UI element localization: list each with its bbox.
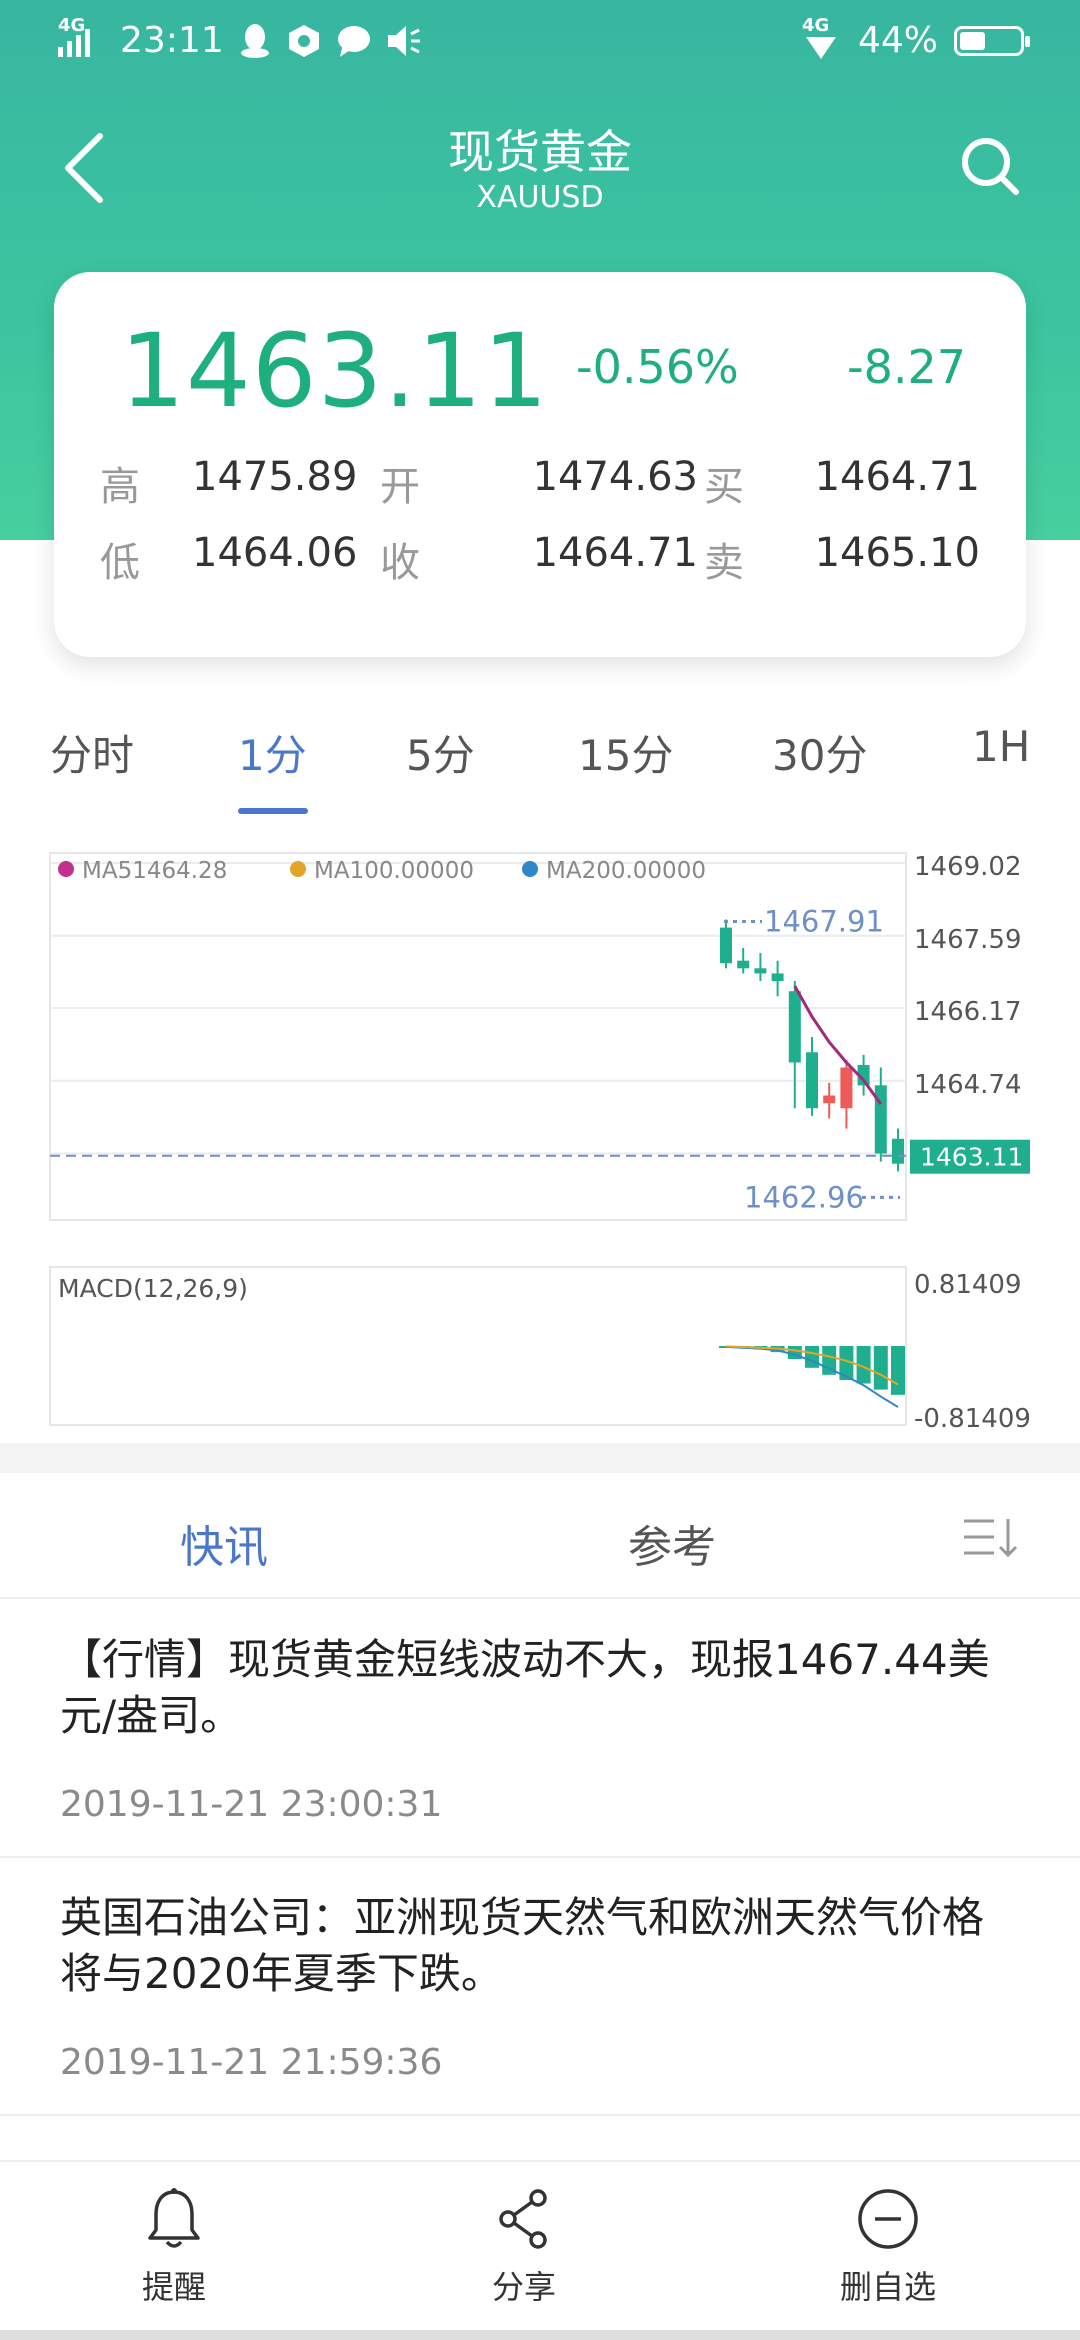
sell-value: 1465.10: [814, 530, 980, 576]
list-item[interactable]: 英国石油公司：亚洲现货天然气和欧洲天然气价格将与2020年夏季下跌。 2019-…: [0, 1858, 1080, 2116]
legend-label: MA100.00000: [314, 858, 474, 884]
battery-percent: 44%: [857, 20, 938, 61]
low-value: 1464.06: [192, 530, 358, 576]
stat-row-1: 高 1475.89 开 1474.63 买 1464.71: [54, 454, 1026, 514]
change-amount: -8.27: [846, 340, 966, 394]
cellular-signal-icon-2: 4G: [802, 15, 842, 61]
buy-value: 1464.71: [814, 454, 980, 500]
page-subtitle: XAUUSD: [476, 180, 604, 215]
news-time: 2019-11-21 23:00:31: [60, 1784, 443, 1825]
open-value: 1474.63: [532, 454, 698, 500]
current-price-tag-label: 1463.11: [920, 1143, 1023, 1172]
buy-label: 买: [704, 464, 744, 510]
nav-bar: 现货黄金 XAUUSD: [0, 100, 1080, 230]
candle-body: [874, 1085, 887, 1154]
news-text: 英国石油公司：亚洲现货天然气和欧洲天然气价格将与2020年夏季下跌。: [60, 1893, 985, 1998]
tab-timeshare[interactable]: 分时: [50, 722, 134, 783]
sell-label: 卖: [704, 540, 744, 586]
tab-flash-news[interactable]: 快讯: [180, 1511, 268, 1575]
legend-dot: [522, 861, 538, 877]
stat-row-2: 低 1464.06 收 1464.71 卖 1465.10: [54, 530, 1026, 590]
tab-30min[interactable]: 30分: [772, 722, 867, 783]
news-list: 【行情】现货黄金短线波动不大，现报1467.44美元/盎司。 2019-11-2…: [0, 1600, 1080, 2116]
candle-body: [737, 960, 750, 969]
tab-1min[interactable]: 1分: [238, 722, 307, 783]
candle-body: [806, 1052, 818, 1109]
status-time: 23:11: [120, 20, 224, 61]
kline-y-tick: 1464.74: [914, 1070, 1022, 1100]
remove-watchlist-button[interactable]: 删自选: [778, 2186, 998, 2308]
battery-icon: [954, 25, 1030, 56]
macd-label: MACD(12,26,9): [58, 1274, 248, 1303]
high-value: 1475.89: [192, 454, 358, 500]
tab-5min[interactable]: 5分: [406, 722, 475, 783]
low-marker-label: 1462.96: [744, 1180, 864, 1214]
candle-body: [840, 1067, 853, 1109]
close-value: 1464.71: [532, 530, 698, 576]
sort-filter-icon[interactable]: [960, 1513, 1024, 1563]
candle-body: [788, 991, 801, 1063]
gesture-bar: [0, 2330, 1080, 2340]
tab-15min[interactable]: 15分: [578, 722, 673, 783]
legend-dot: [58, 861, 74, 877]
low-label: 低: [100, 540, 140, 586]
change-percent: -0.56%: [576, 340, 739, 394]
network-type-label-2: 4G: [801, 14, 830, 36]
section-divider: [0, 1443, 1080, 1473]
candle-body: [892, 1138, 904, 1164]
high-label: 高: [100, 464, 140, 510]
kline-y-tick: 1467.59: [914, 925, 1022, 955]
kline-y-tick: 1466.17: [914, 997, 1022, 1027]
cellular-signal-icon: 4G: [58, 15, 106, 61]
list-item[interactable]: 【行情】现货黄金短线波动不大，现报1467.44美元/盎司。 2019-11-2…: [0, 1600, 1080, 1858]
candle-body: [754, 968, 767, 974]
news-tabs: 快讯 参考: [0, 1473, 1080, 1599]
macd-bar: [805, 1346, 819, 1368]
kline-chart[interactable]: 1469.021467.591466.171464.741463.31MA514…: [0, 845, 1080, 1445]
qq-icon: [240, 23, 269, 58]
close-label: 收: [380, 540, 420, 586]
minus-circle-icon: [858, 2189, 918, 2249]
candle-body: [720, 927, 732, 964]
speaker-muted-icon: [387, 25, 420, 56]
kline-y-tick: 1469.02: [914, 852, 1022, 882]
remind-button[interactable]: 提醒: [64, 2186, 284, 2308]
macd-bar: [891, 1346, 905, 1395]
search-icon[interactable]: [958, 134, 1022, 198]
active-tab-indicator: [238, 808, 308, 814]
candle-body: [771, 973, 784, 982]
share-button[interactable]: 分享: [414, 2186, 634, 2308]
share-label: 分享: [491, 2268, 556, 2306]
chart-area[interactable]: 1469.021467.591466.171464.741463.31MA514…: [0, 845, 1080, 1445]
bell-icon: [148, 2188, 200, 2248]
legend-label: MA200.00000: [546, 858, 706, 884]
remove-watchlist-label: 删自选: [839, 2268, 936, 2306]
news-time: 2019-11-21 21:59:36: [60, 2042, 443, 2083]
tab-reference[interactable]: 参考: [628, 1511, 716, 1575]
quote-card: 1463.11 -0.56% -8.27 高 1475.89 开 1474.63…: [54, 272, 1026, 657]
app-notification-icon: [288, 24, 319, 57]
period-tabs: 分时 1分 5分 15分 30分 1H: [0, 712, 1080, 822]
macd-y-tick-bottom: -0.81409: [914, 1404, 1031, 1434]
legend-label: MA51464.28: [82, 858, 227, 884]
macd-y-tick-top: 0.81409: [914, 1270, 1022, 1300]
status-bar: 4G 23:11 4G 44%: [0, 0, 1080, 84]
tab-1h[interactable]: 1H: [972, 722, 1030, 771]
message-icon: [337, 25, 370, 57]
candle-body: [823, 1095, 836, 1104]
legend-dot: [290, 861, 306, 877]
current-price: 1463.11: [120, 312, 549, 431]
macd-bar: [873, 1346, 888, 1390]
news-text: 【行情】现货黄金短线波动不大，现报1467.44美元/盎司。: [60, 1635, 990, 1740]
bottom-toolbar: 提醒 分享 删自选: [0, 2160, 1080, 2340]
remind-label: 提醒: [141, 2268, 206, 2306]
open-label: 开: [380, 464, 420, 510]
page-title: 现货黄金: [448, 125, 632, 179]
high-marker-label: 1467.91: [764, 904, 884, 938]
share-icon: [499, 2189, 547, 2249]
